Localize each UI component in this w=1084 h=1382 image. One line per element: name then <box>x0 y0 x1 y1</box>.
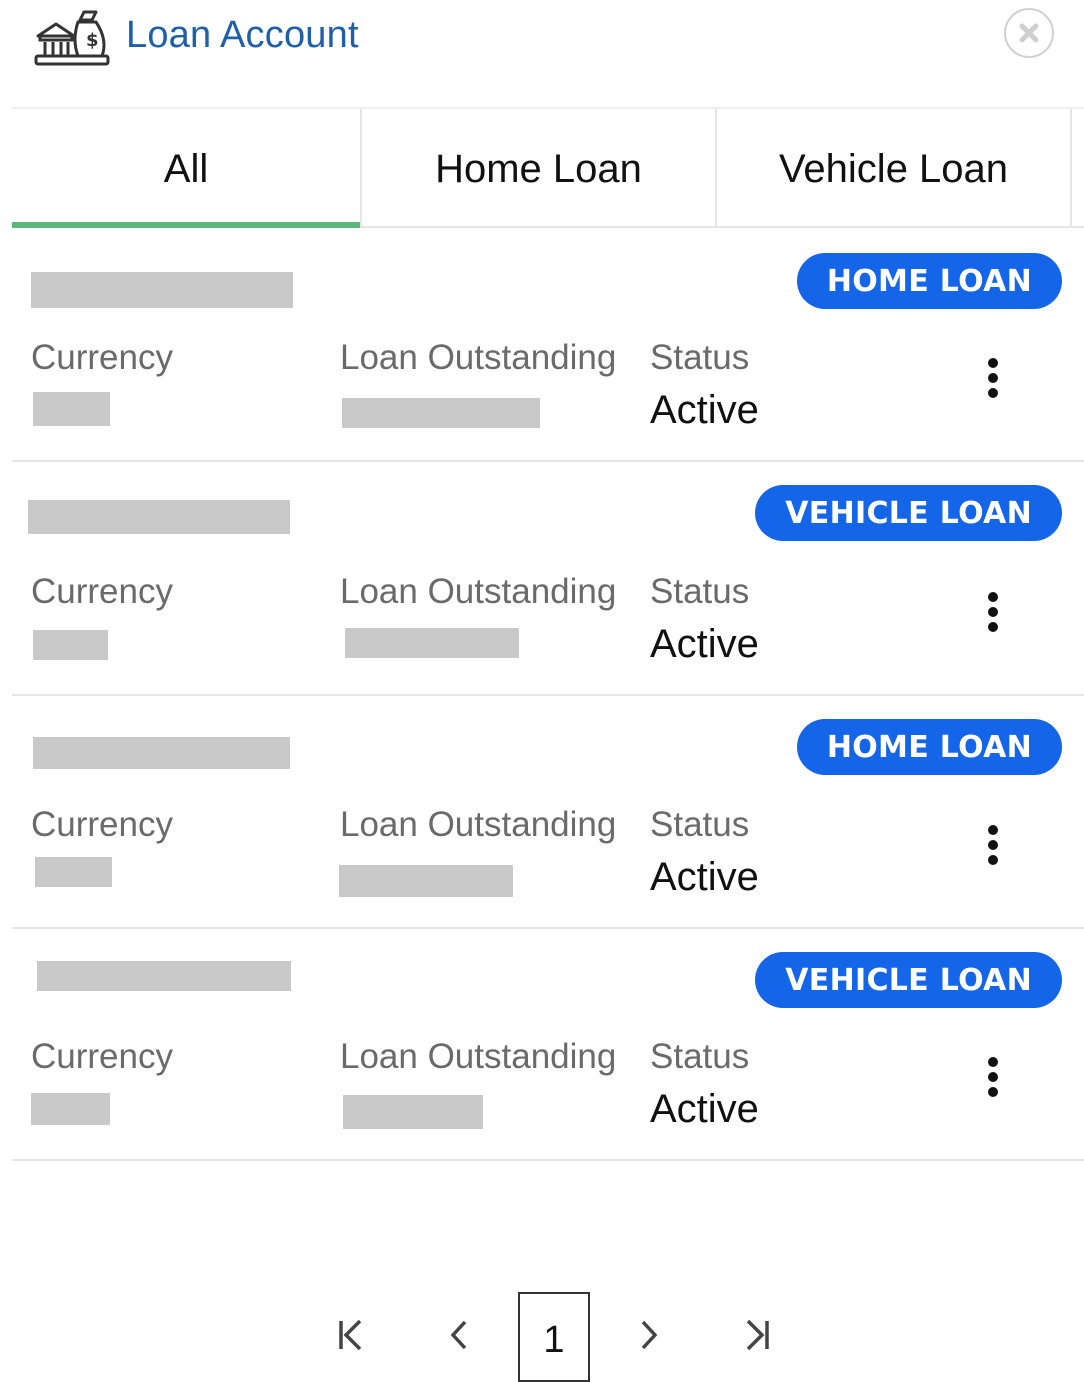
redacted-loan-outstanding <box>342 398 540 428</box>
page-title: Loan Account <box>126 14 359 56</box>
first-page-icon <box>339 1319 362 1351</box>
last-page-button[interactable] <box>732 1310 782 1360</box>
previous-page-button[interactable] <box>434 1310 484 1360</box>
more-options-button[interactable] <box>978 354 1008 408</box>
redacted-account-number <box>33 737 290 769</box>
kebab-dot <box>988 855 998 865</box>
loan-card[interactable]: HOME LOAN Currency Loan Outstanding Stat… <box>12 697 1084 929</box>
redacted-currency <box>33 392 110 426</box>
loan-card[interactable]: VEHICLE LOAN Currency Loan Outstanding S… <box>12 929 1084 1161</box>
loan-outstanding-label: Loan Outstanding <box>340 338 617 377</box>
pagination: 1 <box>0 1290 1084 1382</box>
status-value: Active <box>650 622 759 666</box>
tab-vehicle-loan[interactable]: Vehicle Loan <box>717 109 1072 226</box>
more-options-button[interactable] <box>978 588 1008 642</box>
loan-outstanding-label: Loan Outstanding <box>340 1037 617 1076</box>
kebab-dot <box>988 607 998 617</box>
kebab-dot <box>988 840 998 850</box>
kebab-dot <box>988 358 998 368</box>
tab-all[interactable]: All <box>12 109 362 228</box>
kebab-dot <box>988 1087 998 1097</box>
redacted-currency <box>33 630 108 660</box>
loan-type-tabs: All Home Loan Vehicle Loan <box>12 107 1084 228</box>
kebab-dot <box>988 592 998 602</box>
redacted-account-number <box>31 272 293 308</box>
active-tab-indicator <box>12 222 360 228</box>
loan-type-badge: HOME LOAN <box>796 719 1062 775</box>
tab-label: Home Loan <box>435 147 642 191</box>
loan-outstanding-label: Loan Outstanding <box>340 572 617 611</box>
chevron-left-icon <box>450 1320 467 1350</box>
kebab-dot <box>988 1072 998 1082</box>
svg-text:$: $ <box>86 30 99 51</box>
status-label: Status <box>650 338 750 377</box>
dialog-header: $ Loan Account <box>0 0 1084 100</box>
loan-outstanding-label: Loan Outstanding <box>340 805 617 844</box>
status-label: Status <box>650 805 750 844</box>
redacted-loan-outstanding <box>345 628 519 658</box>
loan-type-badge: VEHICLE LOAN <box>755 485 1062 541</box>
next-page-button[interactable] <box>624 1310 674 1360</box>
last-page-icon <box>746 1319 769 1351</box>
kebab-dot <box>988 1057 998 1067</box>
more-options-button[interactable] <box>978 821 1008 875</box>
page-number-current[interactable]: 1 <box>518 1292 590 1382</box>
loan-card[interactable]: VEHICLE LOAN Currency Loan Outstanding S… <box>12 464 1084 696</box>
more-options-button[interactable] <box>978 1053 1008 1107</box>
currency-label: Currency <box>31 338 173 377</box>
kebab-dot <box>988 373 998 383</box>
tab-label: All <box>163 147 209 191</box>
redacted-account-number <box>28 500 290 534</box>
status-label: Status <box>650 1037 750 1076</box>
status-value: Active <box>650 855 759 899</box>
redacted-currency <box>35 857 112 887</box>
loan-type-badge: VEHICLE LOAN <box>755 952 1062 1008</box>
redacted-loan-outstanding <box>339 865 513 897</box>
loan-type-badge: HOME LOAN <box>796 253 1062 309</box>
currency-label: Currency <box>31 1037 173 1076</box>
currency-label: Currency <box>31 805 173 844</box>
first-page-button[interactable] <box>326 1310 376 1360</box>
loan-card[interactable]: HOME LOAN Currency Loan Outstanding Stat… <box>12 230 1084 462</box>
status-label: Status <box>650 572 750 611</box>
tab-label: Vehicle Loan <box>778 147 1009 191</box>
redacted-loan-outstanding <box>343 1095 483 1129</box>
close-circle-icon <box>1019 23 1039 43</box>
tab-home-loan[interactable]: Home Loan <box>362 109 717 226</box>
status-value: Active <box>650 1087 759 1131</box>
redacted-currency <box>31 1093 110 1125</box>
chevron-right-icon <box>641 1320 658 1350</box>
status-value: Active <box>650 388 759 432</box>
kebab-dot <box>988 622 998 632</box>
kebab-dot <box>988 825 998 835</box>
redacted-account-number <box>37 961 291 991</box>
kebab-dot <box>988 388 998 398</box>
currency-label: Currency <box>31 572 173 611</box>
close-button[interactable] <box>1004 8 1054 58</box>
bank-money-bag-icon: $ <box>34 10 110 66</box>
